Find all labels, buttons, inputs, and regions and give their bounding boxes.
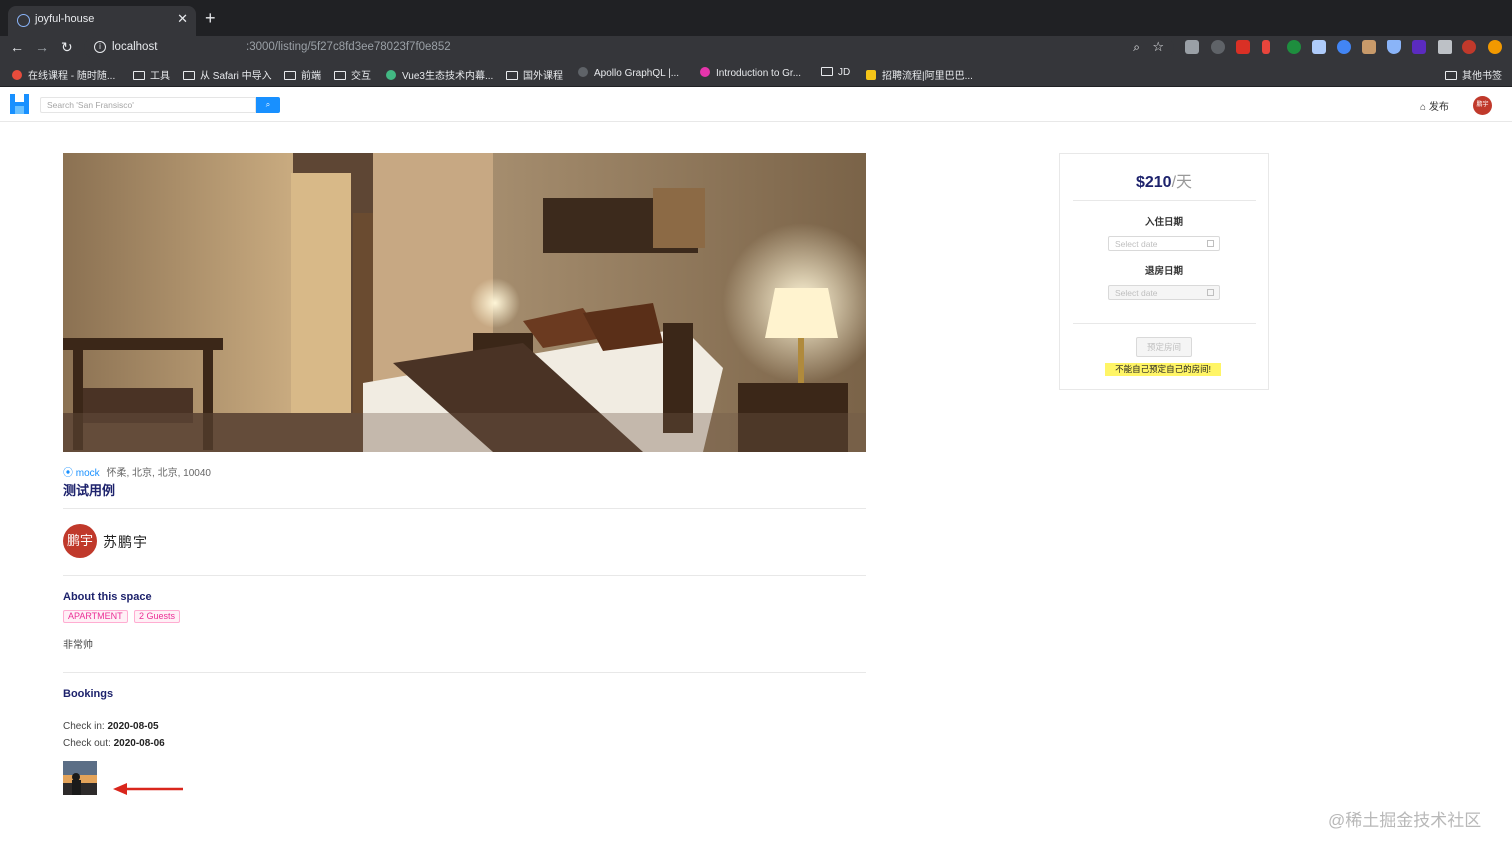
close-tab-icon[interactable]: ✕ [177, 11, 188, 27]
bookings-heading: Bookings [63, 688, 114, 700]
bookmark-item[interactable]: Introduction to Gr... [700, 67, 801, 79]
bookmarks-bar: 在线课程 - 随时随... 工具 从 Safari 中导入 前端 交互 Vue3… [0, 60, 1512, 87]
graphql-icon [700, 67, 710, 77]
listing-address: 怀柔, 北京, 北京, 10040 [106, 468, 211, 479]
publish-link[interactable]: ⌂ 发布 [1420, 98, 1449, 113]
bookmark-item[interactable]: Vue3生态技术内幕... [386, 67, 493, 82]
folder-icon [183, 71, 195, 80]
extensions-puzzle-icon[interactable] [1438, 40, 1452, 54]
folder-icon [506, 71, 518, 80]
divider [1073, 323, 1256, 324]
vue-icon [386, 70, 396, 80]
divider [63, 508, 866, 509]
divider [63, 672, 866, 673]
calendar-icon [1207, 289, 1214, 296]
url-host: localhost [112, 41, 158, 53]
bookmark-folder[interactable]: 工具 [133, 67, 170, 82]
checkout-label: 退房日期 [1144, 266, 1183, 277]
tag-type: APARTMENT [63, 610, 128, 623]
bookmark-item[interactable]: Apollo GraphQL |... [578, 67, 679, 79]
warning-text: 不能自己预定自己的房间! [1105, 363, 1221, 376]
browser-tab[interactable]: joyful-house ✕ [8, 6, 196, 36]
checkin-label: 入住日期 [1144, 217, 1183, 228]
search-icon: ⌕ [265, 100, 271, 109]
app-logo-icon[interactable] [10, 94, 29, 114]
bookmark-folder[interactable]: 从 Safari 中导入 [183, 67, 272, 82]
bookmark-folder[interactable]: 国外课程 [506, 67, 563, 82]
folder-icon [1445, 71, 1457, 80]
extension-green-icon[interactable] [1287, 40, 1301, 54]
update-icon[interactable] [1488, 40, 1502, 54]
about-heading: About this space [63, 591, 152, 603]
folder-icon [821, 67, 833, 76]
extension-face-icon[interactable] [1362, 40, 1376, 54]
home-icon: ⌂ [1420, 102, 1427, 113]
url-path: :3000/listing/5f27c8fd3ee78023f7f0e852 [246, 41, 451, 53]
site-info-icon[interactable]: i [94, 41, 106, 53]
bookmark-item[interactable]: 在线课程 - 随时随... [12, 67, 115, 82]
new-tab-icon[interactable]: + [205, 9, 216, 27]
extension-star-icon[interactable] [1337, 40, 1351, 54]
listing-photo [63, 153, 866, 452]
app-header: Search 'San Fransisco' ⌕ ⌂ 发布 鹏宇 [0, 88, 1512, 122]
checkout-line: Check out: 2020-08-06 [63, 738, 165, 749]
calendar-icon [1207, 240, 1214, 247]
watermark: @稀土掘金技术社区 [1328, 811, 1482, 830]
host-name: 苏鹏宇 [103, 534, 148, 550]
listing-location: ⦿ mock 怀柔, 北京, 北京, 10040 [63, 464, 211, 479]
listing-description: 非常帅 [63, 640, 93, 651]
search-button[interactable]: ⌕ [256, 97, 280, 113]
extension-vue-icon[interactable] [1185, 40, 1199, 54]
react-favicon-icon [17, 14, 30, 27]
checkout-date-picker[interactable]: Select date [1108, 285, 1220, 300]
profile-avatar-icon[interactable] [1462, 40, 1476, 54]
price: $210/天 [1135, 174, 1193, 191]
annotation-arrow-icon [113, 783, 183, 795]
alibaba-icon [866, 70, 876, 80]
bookmark-logo-icon [12, 70, 22, 80]
bookmark-folder[interactable]: 交互 [334, 67, 371, 82]
folder-icon [133, 71, 145, 80]
bookmark-folder[interactable]: JD [821, 67, 850, 78]
apollo-icon [578, 67, 588, 77]
folder-icon [284, 71, 296, 80]
host-avatar[interactable]: 鹏宇 [63, 524, 97, 558]
folder-icon [334, 71, 346, 80]
booking-card: $210/天 入住日期 Select date 退房日期 Select date… [1059, 153, 1269, 390]
reserve-button[interactable]: 预定房间 [1136, 337, 1192, 357]
extension-pen-icon[interactable] [1262, 40, 1270, 54]
browser-tab-bar: joyful-house ✕ + [0, 0, 1512, 36]
bookmark-star-icon[interactable]: ☆ [1152, 39, 1164, 55]
listing-title: 测试用例 [63, 483, 116, 498]
browser-toolbar: ← → ↻ i localhost :3000/listing/5f27c8fd… [0, 36, 1512, 60]
divider [63, 575, 866, 576]
divider [1073, 200, 1256, 201]
extension-circle-icon[interactable] [1211, 40, 1225, 54]
extension-purple-icon[interactable] [1412, 40, 1426, 54]
bookmark-item[interactable]: 招聘流程|阿里巴巴... [866, 67, 973, 82]
bookmark-folder[interactable]: 前端 [284, 67, 321, 82]
city-link[interactable]: ⦿ mock [63, 468, 100, 479]
pin-icon: ⦿ [63, 468, 73, 479]
tab-title: joyful-house [35, 13, 95, 25]
zoom-icon[interactable]: ⌕ [1133, 40, 1140, 55]
extension-card-icon[interactable] [1312, 40, 1326, 54]
back-icon[interactable]: ← [10, 39, 24, 55]
checkin-date-picker[interactable]: Select date [1108, 236, 1220, 251]
extension-red-icon[interactable] [1236, 40, 1250, 54]
address-bar[interactable]: i localhost :3000/listing/5f27c8fd3ee780… [84, 37, 1174, 59]
forward-icon[interactable]: → [35, 39, 49, 55]
checkin-line: Check in: 2020-08-05 [63, 721, 159, 732]
reload-icon[interactable]: ↻ [61, 39, 73, 56]
booker-avatar[interactable] [63, 761, 97, 795]
extension-diamond-icon[interactable] [1387, 40, 1401, 54]
user-avatar[interactable]: 鹏宇 [1473, 96, 1492, 115]
search-input[interactable]: Search 'San Fransisco' [40, 97, 256, 113]
bookmark-folder[interactable]: 其他书签 [1445, 67, 1502, 82]
tag-guests: 2 Guests [134, 610, 181, 623]
